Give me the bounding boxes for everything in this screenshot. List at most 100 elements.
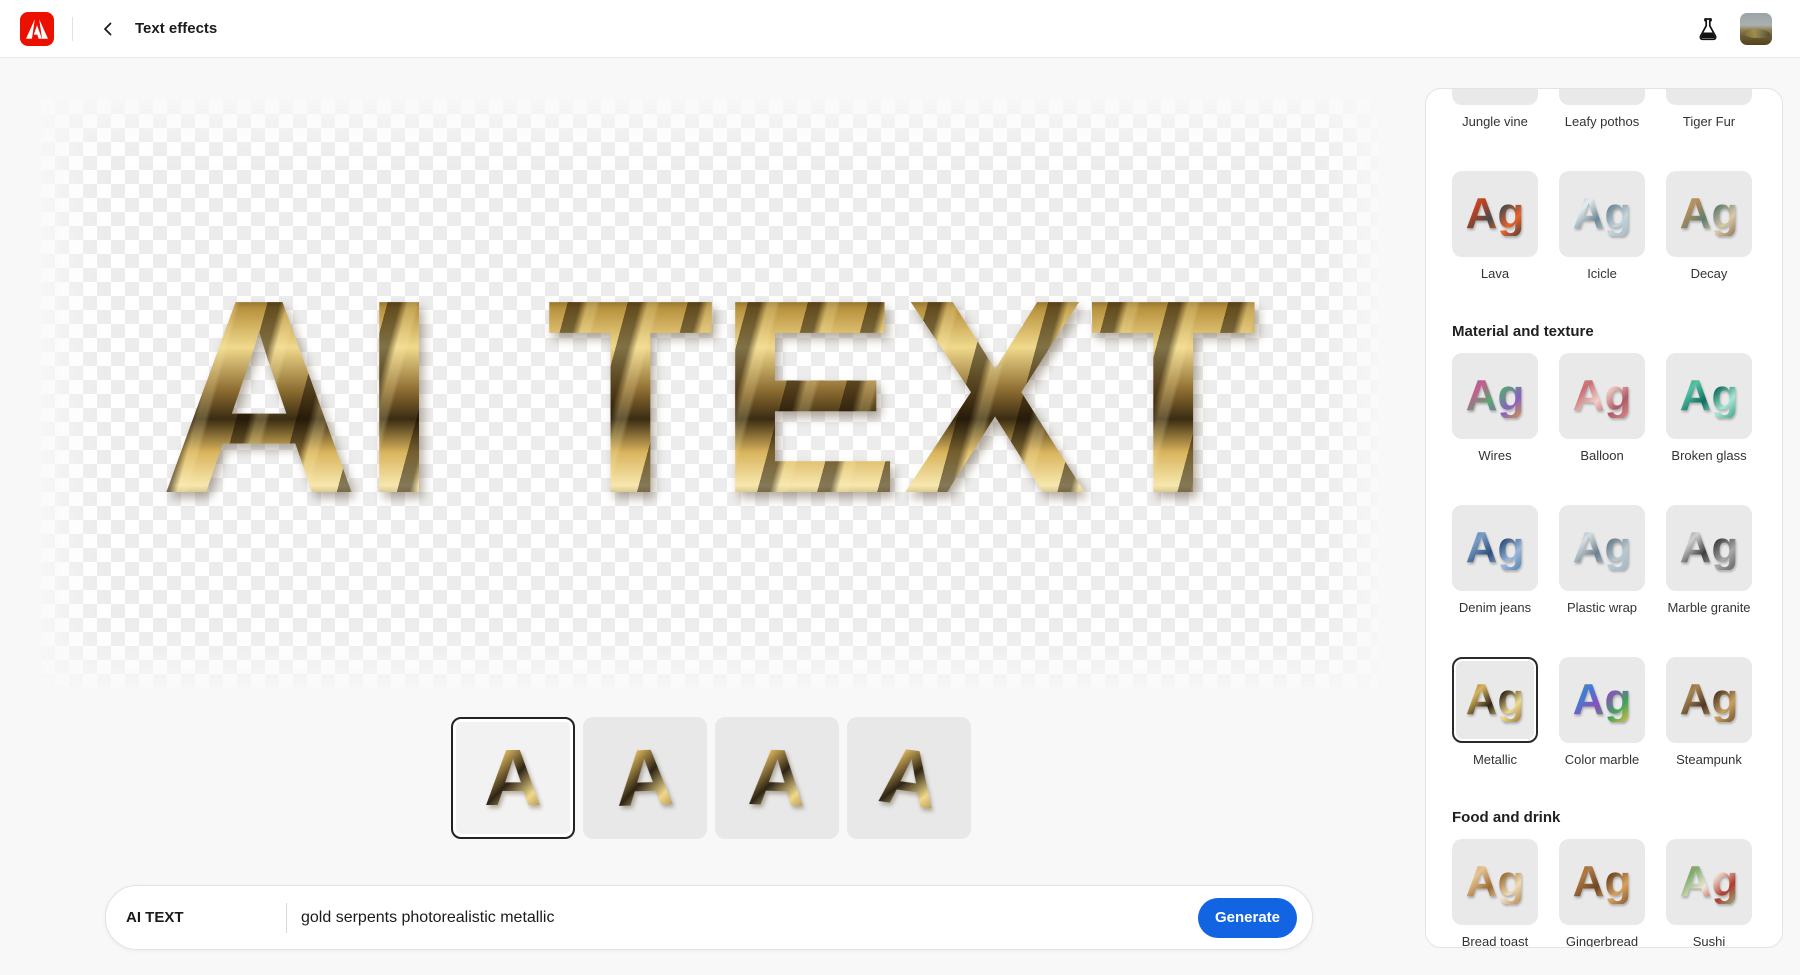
effect-label: Marble granite: [1667, 600, 1750, 616]
effect-item-color-marble: Ag Color marble: [1559, 657, 1645, 768]
effect-item-steampunk: Ag Steampunk: [1666, 657, 1752, 768]
effect-label: Sushi: [1693, 934, 1726, 948]
variant-letter: A: [484, 738, 542, 818]
prompt-bar: Generate: [105, 885, 1313, 950]
effect-tile-leafy-pothos[interactable]: Ag: [1559, 88, 1645, 105]
effect-tile-bread-toast[interactable]: Ag: [1452, 839, 1538, 925]
effect-tile-icicle[interactable]: Ag: [1559, 171, 1645, 257]
effect-sample-text: Ag: [1573, 678, 1632, 722]
topbar: Text effects: [0, 0, 1800, 58]
chevron-left-icon: [101, 22, 115, 36]
variant-thumbnail-3[interactable]: A: [715, 717, 839, 839]
variant-thumbnail-4[interactable]: A: [847, 717, 971, 839]
effect-label: Lava: [1481, 266, 1509, 282]
effect-label: Gingerbread: [1566, 934, 1638, 948]
text-input[interactable]: [126, 909, 286, 926]
effect-sample-text: Ag: [1573, 374, 1632, 418]
effect-tile-color-marble[interactable]: Ag: [1559, 657, 1645, 743]
effect-label: Color marble: [1565, 752, 1639, 768]
generate-button[interactable]: Generate: [1198, 898, 1297, 938]
page-title: Text effects: [135, 20, 217, 37]
effect-label: Decay: [1691, 266, 1728, 282]
effect-tile-marble-granite[interactable]: Ag: [1666, 505, 1752, 591]
effect-sample-text: Ag: [1466, 678, 1525, 722]
effect-sample-text: Ag: [1573, 860, 1632, 904]
effect-item-tiger-fur: Ag Tiger Fur: [1666, 89, 1752, 130]
variant-thumbnail-1[interactable]: A: [451, 717, 575, 839]
effect-label: Wires: [1478, 448, 1511, 464]
effect-item-lava: Ag Lava: [1452, 171, 1538, 282]
effect-sample-text: Ag: [1466, 192, 1525, 236]
effect-tile-lava[interactable]: Ag: [1452, 171, 1538, 257]
effect-item-decay: Ag Decay: [1666, 171, 1752, 282]
effect-sample-text: Ag: [1573, 192, 1632, 236]
effect-label: Leafy pothos: [1565, 114, 1639, 130]
topbar-divider: [72, 17, 73, 41]
effect-tile-denim-jeans[interactable]: Ag: [1452, 505, 1538, 591]
effect-tile-metallic[interactable]: Ag: [1452, 657, 1538, 743]
avatar[interactable]: [1740, 13, 1772, 45]
effect-sample-text: Ag: [1680, 374, 1739, 418]
effect-label: Balloon: [1580, 448, 1623, 464]
effect-item-metallic: Ag Metallic: [1452, 657, 1538, 768]
variant-letter: A: [875, 734, 943, 821]
effect-item-plastic-wrap: Ag Plastic wrap: [1559, 505, 1645, 616]
effect-tile-plastic-wrap[interactable]: Ag: [1559, 505, 1645, 591]
effect-row: Ag Jungle vine Ag Leafy pothos Ag Tiger Fur: [1452, 89, 1756, 130]
effect-item-balloon: Ag Balloon: [1559, 353, 1645, 464]
effect-tile-balloon[interactable]: Ag: [1559, 353, 1645, 439]
variant-letter: A: [747, 737, 808, 819]
effect-item-sushi: Ag Sushi: [1666, 839, 1752, 948]
effect-item-bread-toast: Ag Bread toast: [1452, 839, 1538, 948]
variant-thumbnail-2[interactable]: A: [583, 717, 707, 839]
effect-label: Bread toast: [1462, 934, 1529, 948]
effect-tile-sushi[interactable]: Ag: [1666, 839, 1752, 925]
prompt-input[interactable]: [301, 909, 1198, 927]
effect-sample-text: Ag: [1680, 678, 1739, 722]
effect-label: Plastic wrap: [1567, 600, 1637, 616]
prompt-divider: [286, 903, 287, 933]
effect-tile-wires[interactable]: Ag: [1452, 353, 1538, 439]
effect-sample-text: Ag: [1466, 526, 1525, 570]
effect-sample-text: Ag: [1680, 192, 1739, 236]
effect-sample-text: Ag: [1573, 526, 1632, 570]
effect-item-denim-jeans: Ag Denim jeans: [1452, 505, 1538, 616]
effect-tile-tiger-fur[interactable]: Ag: [1666, 88, 1752, 105]
section-header-food-and-drink: Food and drink: [1452, 809, 1756, 827]
effect-item-icicle: Ag Icicle: [1559, 171, 1645, 282]
effect-item-wires: Ag Wires: [1452, 353, 1538, 464]
effect-item-leafy-pothos: Ag Leafy pothos: [1559, 89, 1645, 130]
effect-item-broken-glass: Ag Broken glass: [1666, 353, 1752, 464]
effect-row: Ag Denim jeans Ag Plastic wrap Ag Marble gran…: [1452, 505, 1756, 616]
effect-label: Tiger Fur: [1683, 114, 1735, 130]
effect-label: Denim jeans: [1459, 600, 1531, 616]
adobe-logo-icon[interactable]: [20, 12, 54, 46]
effect-sample-text: Ag: [1680, 526, 1739, 570]
effect-label: Icicle: [1587, 266, 1617, 282]
effect-item-jungle-vine: Ag Jungle vine: [1452, 89, 1538, 130]
effect-sample-text: Ag: [1466, 374, 1525, 418]
effect-label: Jungle vine: [1462, 114, 1528, 130]
effect-tile-jungle-vine[interactable]: Ag: [1452, 88, 1538, 105]
effect-row: Ag Bread toast Ag Gingerbread Ag Sushi: [1452, 839, 1756, 948]
preview-canvas: AI TEXT: [41, 100, 1378, 687]
effect-label: Metallic: [1473, 752, 1517, 768]
effect-item-gingerbread: Ag Gingerbread: [1559, 839, 1645, 948]
variant-letter: A: [615, 737, 676, 819]
beaker-icon[interactable]: [1694, 15, 1722, 43]
effect-label: Broken glass: [1671, 448, 1746, 464]
effect-row: Ag Wires Ag Balloon Ag Broken glass: [1452, 353, 1756, 464]
generated-text-art: AI TEXT: [159, 259, 1259, 535]
effect-label: Steampunk: [1676, 752, 1742, 768]
effects-panel: AgJungle vineAgLeafy pothosAgTiger FurAg…: [1425, 88, 1783, 948]
effect-tile-broken-glass[interactable]: Ag: [1666, 353, 1752, 439]
effect-row: Ag Lava Ag Icicle Ag Decay: [1452, 171, 1756, 282]
effect-tile-steampunk[interactable]: Ag: [1666, 657, 1752, 743]
effect-tile-gingerbread[interactable]: Ag: [1559, 839, 1645, 925]
effect-tile-decay[interactable]: Ag: [1666, 171, 1752, 257]
variant-strip: AAAA: [451, 717, 971, 839]
section-header-material-and-texture: Material and texture: [1452, 323, 1756, 341]
back-button[interactable]: [95, 16, 121, 42]
effect-item-marble-granite: Ag Marble granite: [1666, 505, 1752, 616]
effect-row: Ag Metallic Ag Color marble Ag Steampunk: [1452, 657, 1756, 768]
